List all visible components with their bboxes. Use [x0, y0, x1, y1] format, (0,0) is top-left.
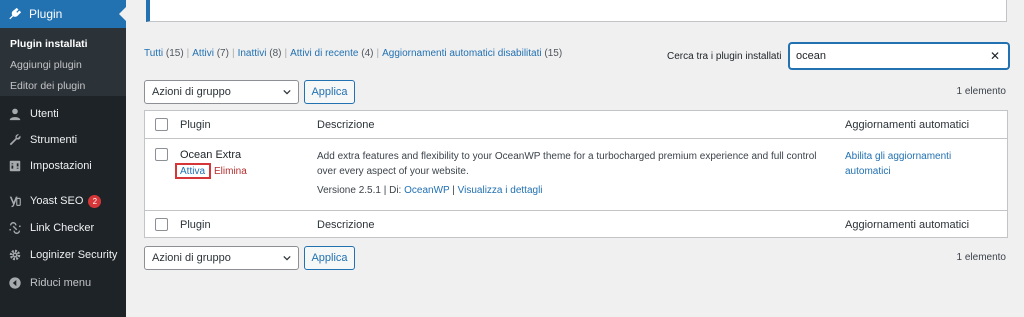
filter-separator: | [231, 48, 235, 59]
sidebar-item-yoast-seo[interactable]: Yoast SEO 2 [0, 188, 126, 214]
filter-auto-updates-disabled[interactable]: Aggiornamenti automatici disabilitati (1… [382, 48, 562, 59]
chevron-down-icon [283, 89, 291, 95]
user-icon [9, 108, 21, 121]
settings-icon [9, 160, 21, 172]
table-footer: Plugin Descrizione Aggiornamenti automat… [145, 210, 1007, 238]
delete-link[interactable]: Elimina [214, 166, 247, 177]
sidebar-collapse-menu[interactable]: Riduci menu [0, 270, 126, 296]
plugins-table: Plugin Descrizione Aggiornamenti automat… [144, 110, 1008, 238]
items-count: 1 elemento [956, 86, 1006, 97]
plugin-submenu: Plugin installati Aggiungi plugin Editor… [0, 28, 126, 96]
filter-label: Inattivi [237, 48, 267, 59]
sidebar-item-label: Utenti [30, 108, 59, 120]
plugin-filters: Tutti (15) | Attivi (7) | Inattivi (8) | Attiv… [144, 48, 562, 59]
plugin-version: Versione 2.5.1 [317, 185, 381, 196]
items-count-bottom: 1 elemento [956, 252, 1006, 263]
sidebar-item-label: Impostazioni [30, 160, 92, 172]
apply-button[interactable]: Applica [304, 80, 355, 104]
author-link[interactable]: OceanWP [404, 185, 449, 196]
notification-badge: 2 [88, 194, 102, 208]
sidebar-item-link-checker[interactable]: Link Checker [0, 215, 126, 241]
plugin-meta: Versione 2.5.1 | Di: OceanWP | Visualizz… [317, 185, 543, 196]
filter-count: (15) [165, 48, 184, 59]
sidebar-item-label: Riduci menu [30, 277, 92, 289]
column-footer-description: Descrizione [317, 219, 375, 231]
submenu-installed-plugins[interactable]: Plugin installati [0, 34, 126, 55]
filter-label: Aggiornamenti automatici disabilitati [382, 48, 542, 59]
admin-sidebar: Plugin Plugin installati Aggiungi plugin… [0, 0, 126, 317]
plugin-description: Add extra features and flexibility to yo… [317, 151, 817, 177]
select-all-checkbox[interactable] [155, 118, 168, 131]
sidebar-item-label: Link Checker [30, 222, 95, 234]
bulk-actions-select-bottom[interactable]: Azioni di gruppo [144, 246, 299, 270]
bulk-actions-selected: Azioni di gruppo [152, 86, 231, 98]
clear-search-icon[interactable]: ✕ [988, 49, 1002, 63]
column-footer-auto-updates: Aggiornamenti automatici [845, 219, 970, 231]
gear-icon [9, 249, 21, 261]
enable-auto-updates-link[interactable]: Abilita gli aggiornamenti automatici [845, 149, 985, 179]
filter-label: Attivi di recente [290, 48, 359, 59]
collapse-icon [9, 277, 21, 289]
filter-label: Attivi [192, 48, 214, 59]
filter-separator: | [376, 48, 380, 59]
plugin-checkbox[interactable] [155, 148, 168, 161]
search-input[interactable] [789, 43, 1009, 69]
sidebar-item-label: Loginizer Security [30, 249, 118, 261]
apply-button-bottom[interactable]: Applica [304, 246, 355, 270]
filter-label: Tutti [144, 48, 164, 59]
filter-active[interactable]: Attivi (7) [192, 48, 229, 59]
current-menu-arrow [119, 7, 126, 21]
sidebar-item-loginizer-security[interactable]: Loginizer Security [0, 242, 126, 268]
filter-count: (8) [269, 48, 282, 59]
submenu-add-plugin[interactable]: Aggiungi plugin [0, 55, 126, 76]
column-header-auto-updates: Aggiornamenti automatici [845, 119, 970, 131]
filter-separator: | [186, 48, 190, 59]
table-row: Ocean Extra Attiva Elimina Add extra fea… [145, 139, 1007, 210]
plugin-name: Ocean Extra [180, 149, 242, 161]
sidebar-item-tools[interactable]: Strumenti [0, 127, 126, 153]
sidebar-item-settings[interactable]: Impostazioni [0, 153, 126, 179]
filter-count: (7) [216, 48, 229, 59]
activate-link[interactable]: Attiva [180, 166, 205, 177]
sidebar-item-label: Strumenti [30, 134, 78, 146]
sidebar-item-label: Yoast SEO [30, 195, 84, 207]
view-details-link[interactable]: Visualizza i dettagli [458, 185, 543, 196]
filter-separator: | [284, 48, 288, 59]
sidebar-item-label: Plugin [29, 7, 63, 21]
filter-recently-active[interactable]: Attivi di recente (4) [290, 48, 373, 59]
column-header-plugin[interactable]: Plugin [180, 119, 211, 131]
filter-count: (15) [544, 48, 563, 59]
submenu-plugin-editor[interactable]: Editor dei plugin [0, 76, 126, 97]
search-label: Cerca tra i plugin installati [667, 51, 782, 62]
chevron-down-icon [283, 255, 291, 261]
sidebar-item-plugin[interactable]: Plugin [0, 0, 126, 28]
link-checker-icon [9, 222, 21, 234]
bulk-actions-select[interactable]: Azioni di gruppo [144, 80, 299, 104]
main-content: Tutti (15) | Attivi (7) | Inattivi (8) | Attiv… [126, 0, 1024, 317]
filter-all[interactable]: Tutti (15) [144, 48, 184, 59]
select-all-checkbox-footer[interactable] [155, 218, 168, 231]
sidebar-item-users[interactable]: Utenti [0, 101, 126, 127]
filter-inactive[interactable]: Inattivi (8) [238, 48, 282, 59]
wrench-icon [9, 134, 21, 146]
filter-count: (4) [361, 48, 374, 59]
plugin-icon [9, 7, 22, 20]
plugin-by-label: Di: [389, 185, 402, 196]
yoast-icon [9, 196, 21, 208]
column-header-description: Descrizione [317, 119, 375, 131]
notice-box [146, 0, 1007, 22]
column-footer-plugin[interactable]: Plugin [180, 219, 211, 231]
bulk-actions-selected: Azioni di gruppo [152, 252, 231, 264]
table-header: Plugin Descrizione Aggiornamenti automat… [145, 111, 1007, 139]
